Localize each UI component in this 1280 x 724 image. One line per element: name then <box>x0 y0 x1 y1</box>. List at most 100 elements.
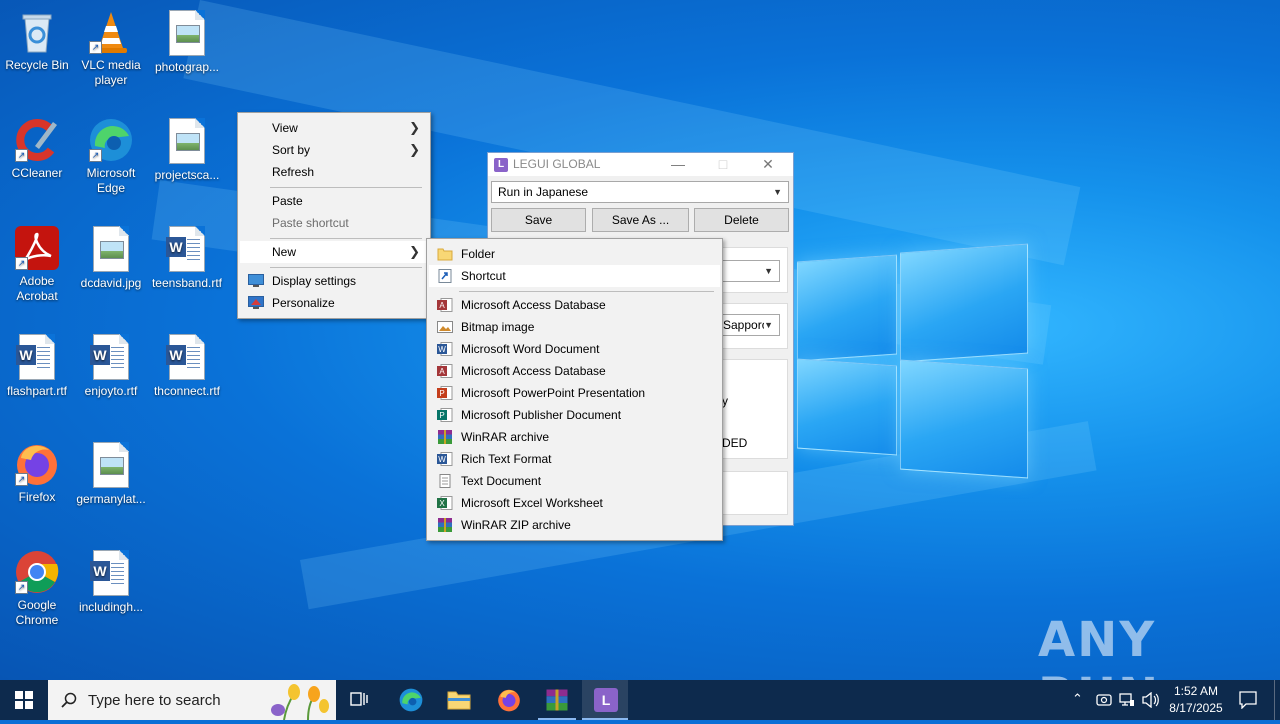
clock-date: 8/17/2025 <box>1169 701 1223 715</box>
network-icon[interactable] <box>1119 692 1135 708</box>
desktop-icon-enjoyto[interactable]: W enjoyto.rtf <box>74 332 148 399</box>
edge-icon <box>399 688 423 712</box>
desktop-icon-chrome[interactable]: ↗ Google Chrome <box>0 548 74 628</box>
menu-item-new[interactable]: New ❯ <box>240 241 428 263</box>
task-view-icon <box>350 692 368 706</box>
minimize-button[interactable]: — <box>656 153 700 176</box>
location-select[interactable]: Sapporo ▼ <box>720 314 780 336</box>
shortcut-icon <box>438 269 452 283</box>
desktop-icon-ccleaner[interactable]: ↗ CCleaner <box>0 116 74 181</box>
menu-item-sort-by[interactable]: Sort by ❯ <box>240 139 428 161</box>
folder-icon <box>437 248 453 261</box>
taskbar-firefox[interactable] <box>486 680 532 720</box>
desktop-icon-edge[interactable]: ↗ Microsoft Edge <box>74 116 148 196</box>
menu-item-paste[interactable]: Paste <box>240 190 428 212</box>
desktop-icon-includingh[interactable]: W includingh... <box>74 548 148 615</box>
desktop-icon-photograp[interactable]: photograp... <box>150 8 224 75</box>
start-button[interactable] <box>0 680 48 720</box>
new-item-access-database-2[interactable]: A Microsoft Access Database <box>429 360 720 382</box>
windows-logo-icon <box>15 691 33 709</box>
desktop-icon-label: includingh... <box>78 600 144 614</box>
close-button[interactable]: ✕ <box>746 153 790 176</box>
location-select-value: Sapporo <box>723 318 769 332</box>
meet-now-icon[interactable] <box>1096 692 1112 708</box>
desktop-icon-label: Firefox <box>18 490 56 504</box>
menu-item-label: Folder <box>461 247 496 261</box>
new-item-folder[interactable]: Folder <box>429 243 720 265</box>
profile-select-value: Run in Japanese <box>498 185 589 199</box>
window-titlebar[interactable]: L LEGUI GLOBAL — □ ✕ <box>488 153 793 176</box>
taskbar-legui[interactable]: L <box>582 680 628 720</box>
desktop-icon-teensband[interactable]: W teensband.rtf <box>150 224 224 291</box>
chevron-right-icon: ❯ <box>409 120 420 135</box>
powerpoint-icon: P <box>437 386 453 400</box>
menu-item-label: Microsoft Word Document <box>461 342 600 356</box>
menu-item-label: Microsoft PowerPoint Presentation <box>461 386 646 400</box>
access-icon: A <box>437 298 453 312</box>
new-item-text-document[interactable]: Text Document <box>429 470 720 492</box>
desktop-icon-label: Adobe Acrobat <box>16 274 58 303</box>
menu-item-refresh[interactable]: Refresh <box>240 161 428 183</box>
desktop-icon-label: thconnect.rtf <box>153 384 221 398</box>
desktop-icon-label: Google Chrome <box>15 598 59 627</box>
chevron-down-icon: ▼ <box>773 187 782 197</box>
desktop-icon-thconnect[interactable]: W thconnect.rtf <box>150 332 224 399</box>
profile-select[interactable]: Run in Japanese ▼ <box>491 181 789 203</box>
save-as-button[interactable]: Save As ... <box>592 208 689 232</box>
desktop-icon-acrobat[interactable]: ↗ Adobe Acrobat <box>0 224 74 304</box>
rtf-icon: W <box>437 452 453 466</box>
chevron-right-icon: ❯ <box>409 142 420 157</box>
maximize-button[interactable]: □ <box>701 153 745 176</box>
access-icon: A <box>437 364 453 378</box>
menu-item-personalize[interactable]: Personalize <box>240 292 428 314</box>
task-view-button[interactable] <box>340 680 380 720</box>
desktop-context-menu: View ❯ Sort by ❯ Refresh Paste Paste sho… <box>237 112 431 319</box>
save-button[interactable]: Save <box>491 208 586 232</box>
menu-item-view[interactable]: View ❯ <box>240 117 428 139</box>
menu-item-label: Microsoft Access Database <box>461 364 606 378</box>
menu-separator <box>270 267 422 268</box>
desktop-icon-vlc[interactable]: ↗ VLC media player <box>74 8 148 88</box>
menu-item-display-settings[interactable]: Display settings <box>240 270 428 292</box>
clock[interactable]: 1:52 AM 8/17/2025 <box>1164 683 1228 717</box>
new-item-winrar-archive[interactable]: WinRAR archive <box>429 426 720 448</box>
new-item-publisher[interactable]: P Microsoft Publisher Document <box>429 404 720 426</box>
show-hidden-icons-button[interactable]: ⌃ <box>1072 691 1083 707</box>
new-item-winrar-zip[interactable]: WinRAR ZIP archive <box>429 514 720 536</box>
desktop-icon-dcdavid[interactable]: dcdavid.jpg <box>74 224 148 291</box>
desktop-icon-flashpart[interactable]: W flashpart.rtf <box>0 332 74 399</box>
volume-icon[interactable] <box>1142 692 1160 708</box>
desktop-icon-germanylat[interactable]: germanylat... <box>74 440 148 507</box>
desktop-icon-label: Microsoft Edge <box>86 166 136 195</box>
excel-icon: X <box>437 496 453 510</box>
new-item-shortcut[interactable]: Shortcut <box>429 265 720 287</box>
delete-button[interactable]: Delete <box>694 208 789 232</box>
new-item-bitmap-image[interactable]: Bitmap image <box>429 316 720 338</box>
taskbar-edge[interactable] <box>388 680 434 720</box>
menu-item-paste-shortcut[interactable]: Paste shortcut <box>240 212 428 234</box>
new-item-powerpoint[interactable]: P Microsoft PowerPoint Presentation <box>429 382 720 404</box>
new-item-rich-text[interactable]: W Rich Text Format <box>429 448 720 470</box>
menu-separator <box>270 238 422 239</box>
show-desktop-button[interactable] <box>1274 680 1280 720</box>
taskbar-search-box[interactable]: Type here to search <box>48 680 336 720</box>
desktop-icon-label: germanylat... <box>76 492 146 506</box>
desktop-icon-firefox[interactable]: ↗ Firefox <box>0 440 74 505</box>
desktop-icon-projectsca[interactable]: projectsca... <box>150 116 224 183</box>
menu-item-label: Display settings <box>272 274 357 288</box>
new-item-word-document[interactable]: W Microsoft Word Document <box>429 338 720 360</box>
partial-select-1[interactable]: ▼ <box>722 260 780 282</box>
firefox-icon <box>498 689 520 712</box>
new-item-excel-worksheet[interactable]: X Microsoft Excel Worksheet <box>429 492 720 514</box>
winrar-icon <box>438 430 452 444</box>
menu-item-label: Bitmap image <box>461 320 535 334</box>
publisher-icon: P <box>437 408 453 422</box>
desktop-icon-label: teensband.rtf <box>151 276 223 290</box>
taskbar-file-explorer[interactable] <box>436 680 482 720</box>
new-item-access-database[interactable]: A Microsoft Access Database <box>429 294 720 316</box>
desktop-icon-recycle-bin[interactable]: Recycle Bin <box>0 8 74 73</box>
menu-item-label: Sort by <box>272 143 311 157</box>
taskbar-winrar[interactable] <box>534 680 580 720</box>
winrar-icon <box>546 689 568 711</box>
notification-center-icon[interactable] <box>1239 691 1257 709</box>
